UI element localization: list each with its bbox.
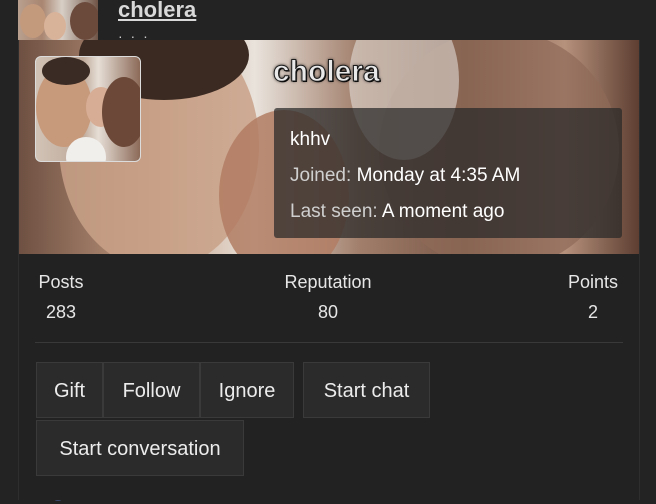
profile-username[interactable]: cholera xyxy=(273,54,381,90)
joined-label: Joined: xyxy=(290,165,352,186)
ignore-button[interactable]: Ignore xyxy=(200,362,294,418)
avatar-photo-shape xyxy=(102,77,140,147)
profile-avatar[interactable] xyxy=(35,56,141,162)
background-avatar[interactable] xyxy=(18,0,98,40)
stat-value: 2 xyxy=(587,302,598,322)
stats-divider xyxy=(35,342,623,343)
last-seen-row: Last seen: A moment ago xyxy=(290,200,504,224)
stat-label: Posts xyxy=(38,272,84,292)
avatar-photo-shape xyxy=(44,12,66,40)
joined-value: Monday at 4:35 AM xyxy=(356,165,521,186)
avatar-photo-shape xyxy=(70,2,98,40)
follow-button[interactable]: Follow xyxy=(103,362,200,418)
stat-value: 283 xyxy=(45,302,77,322)
member-stats: Posts 283 Reputation 80 Points 2 xyxy=(35,270,623,330)
stat-label: Reputation xyxy=(284,272,372,292)
stat-points[interactable]: Points 2 xyxy=(563,270,623,326)
avatar-photo-shape xyxy=(42,57,90,85)
background-username-link[interactable]: cholera xyxy=(118,0,196,24)
profile-info-box: khhv Joined: Monday at 4:35 AM Last seen… xyxy=(274,108,622,238)
joined-row: Joined: Monday at 4:35 AM xyxy=(290,164,520,188)
user-title: khhv xyxy=(290,129,331,150)
avatar-photo-shape xyxy=(20,4,46,38)
stat-value: 80 xyxy=(317,302,339,322)
stat-reputation[interactable]: Reputation 80 xyxy=(275,270,381,326)
last-seen-value: A moment ago xyxy=(381,201,505,222)
profile-banner: cholera khhv Joined: Monday at 4:35 AM L… xyxy=(19,40,639,254)
gift-button[interactable]: Gift xyxy=(36,362,103,418)
start-chat-button[interactable]: Start chat xyxy=(303,362,430,418)
last-seen-label: Last seen: xyxy=(290,201,378,222)
start-conversation-button[interactable]: Start conversation xyxy=(36,420,244,476)
member-tooltip-card: cholera khhv Joined: Monday at 4:35 AM L… xyxy=(18,40,640,500)
stat-posts[interactable]: Posts 283 xyxy=(35,270,87,326)
stat-label: Points xyxy=(567,272,619,292)
